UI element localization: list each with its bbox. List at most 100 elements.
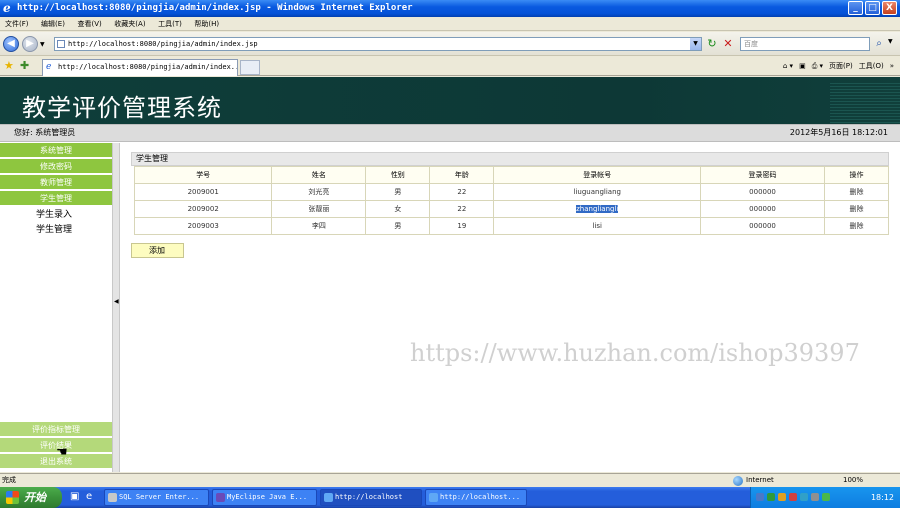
header-name: 姓名 [271,166,367,184]
refresh-icon[interactable]: ↻ [705,37,719,51]
sidebar-item-criteria[interactable]: 评价指标管理 [0,422,112,437]
task-ie-2[interactable]: http://localhost... [425,489,527,506]
add-favorites-icon[interactable]: ✚ [20,59,29,72]
delete-link[interactable]: 删除 [823,200,890,218]
task-sql-server[interactable]: SQL Server Enter... [104,489,209,506]
task-label: http://localhost... [440,493,521,501]
header-action: 操作 [823,166,890,184]
task-ie-1[interactable]: http://localhost [320,489,422,506]
app-banner: 教学评价管理系统 [0,77,900,124]
sidebar-subitem-student-entry[interactable]: 学生录入 [36,209,72,221]
address-input[interactable]: http://localhost:8080/pingjia/admin/inde… [54,37,702,51]
menu-help[interactable]: 帮助(H) [189,17,224,31]
show-desktop-icon[interactable]: ▣ [70,491,79,502]
system-tray: 18:12 [750,487,900,508]
cell-account: liuguangliang [493,183,702,201]
search-icon[interactable]: ⌕ [872,37,886,51]
address-url: http://localhost:8080/pingjia/admin/inde… [68,40,258,48]
start-label: 开始 [24,491,46,504]
header-account: 登录帐号 [493,166,702,184]
sidebar-item-system[interactable]: 系统管理 [0,143,112,158]
ie-page-icon: e [46,62,52,72]
delete-link[interactable]: 删除 [823,183,890,201]
tray-sync-icon[interactable] [800,493,808,501]
forward-button[interactable]: ▶ [22,36,38,52]
cell-id: 2009002 [133,200,273,218]
history-dropdown-icon[interactable]: ▼ [40,41,45,48]
status-bar: 完成 Internet 100% [0,473,900,487]
tray-volume-icon[interactable] [811,493,819,501]
close-button[interactable]: X [882,1,897,15]
feeds-icon[interactable]: ▣ [799,59,806,74]
cell-account: zhangliangli [493,200,702,218]
minimize-button[interactable]: _ [848,1,863,15]
taskbar: 开始 ▣ e SQL Server Enter... MyEclipse Jav… [0,487,900,508]
command-bar: ⌂ ▾ ▣ ⎙ ▾ 页面(P) 工具(O) » [783,59,894,74]
table-row: 2009001 刘光亮 男 22 liuguangliang 000000 删除 [133,183,890,201]
greeting-text: 您好: 系统管理员 [14,128,76,137]
page-menu[interactable]: 页面(P) [829,59,853,74]
cell-password: 000000 [700,200,825,218]
address-dropdown-icon[interactable]: ▼ [690,38,701,50]
delete-link[interactable]: 删除 [823,217,890,235]
myeclipse-icon [216,493,225,502]
tab-bar: ★ ✚ e http://localhost:8080/pingjia/admi… [0,57,900,76]
security-zone[interactable]: Internet [732,474,774,487]
home-icon[interactable]: ⌂ ▾ [783,59,793,74]
sidebar-subitem-student-manage[interactable]: 学生管理 [36,224,72,236]
favorites-star-icon[interactable]: ★ [4,59,14,72]
task-myeclipse[interactable]: MyEclipse Java E... [212,489,317,506]
sidebar-item-password[interactable]: 修改密码 [0,159,112,174]
tab-current[interactable]: e http://localhost:8080/pingjia/admin/in… [42,59,238,76]
sidebar-collapse-handle[interactable]: ◀ [112,143,120,472]
tray-app-icon[interactable] [789,493,797,501]
header-gender: 性别 [365,166,431,184]
window-titlebar[interactable]: e http://localhost:8080/pingjia/admin/in… [0,0,900,17]
menu-tools[interactable]: 工具(T) [153,17,187,31]
menu-view[interactable]: 查看(V) [72,17,106,31]
new-tab-button[interactable] [240,60,260,75]
page-content: 教学评价管理系统 您好: 系统管理员 2012年5月16日 18:12:01 系… [0,77,900,472]
menu-edit[interactable]: 编辑(E) [36,17,70,31]
maximize-button[interactable]: □ [865,1,880,15]
tray-status-icon[interactable] [822,493,830,501]
tray-keyboard-icon[interactable] [756,493,764,501]
collapse-arrow-icon: ◀ [114,298,119,305]
info-bar: 您好: 系统管理员 2012年5月16日 18:12:01 [0,124,900,142]
ie-logo-icon: e [3,1,11,15]
menu-favorites[interactable]: 收藏夹(A) [109,17,150,31]
tray-security-icon[interactable] [778,493,786,501]
tools-menu[interactable]: 工具(O) [859,59,884,74]
add-button[interactable]: 添加 [131,243,184,258]
start-button[interactable]: 开始 [0,487,62,508]
page-icon [57,40,65,48]
student-table: 学号 姓名 性别 年龄 登录帐号 登录密码 操作 2009001 刘光亮 男 2… [133,166,890,235]
sql-server-icon [108,493,117,502]
selected-text: zhangliangli [576,205,619,213]
cell-name: 李四 [271,217,367,235]
table-row: 2009002 张靓丽 女 22 zhangliangli 000000 删除 [133,200,890,218]
zoom-level[interactable]: 100% [843,474,863,487]
zone-label: Internet [746,476,774,484]
header-age: 年龄 [429,166,495,184]
watermark-text: https://www.huzhan.com/ishop39397 [410,339,860,367]
windows-logo-icon [6,491,19,504]
back-button[interactable]: ◀ [3,36,19,52]
more-icon[interactable]: » [890,59,894,74]
print-icon[interactable]: ⎙ ▾ [812,59,823,74]
ie-task-icon [429,493,438,502]
sidebar-item-teachers[interactable]: 教师管理 [0,175,112,190]
cell-id: 2009003 [133,217,273,235]
stop-icon[interactable]: ✕ [721,37,735,51]
search-input[interactable]: 百度 [740,37,870,51]
cell-name: 刘光亮 [271,183,367,201]
tray-network-icon[interactable] [767,493,775,501]
ie-quicklaunch-icon[interactable]: e [86,491,92,502]
search-options-icon[interactable]: ▼ [888,38,893,45]
cell-account: lisi [493,217,702,235]
task-label: SQL Server Enter... [119,493,200,501]
sidebar-item-students[interactable]: 学生管理 [0,191,112,206]
cell-age: 22 [429,183,495,201]
task-label: http://localhost [335,493,403,501]
menu-file[interactable]: 文件(F) [0,17,34,31]
